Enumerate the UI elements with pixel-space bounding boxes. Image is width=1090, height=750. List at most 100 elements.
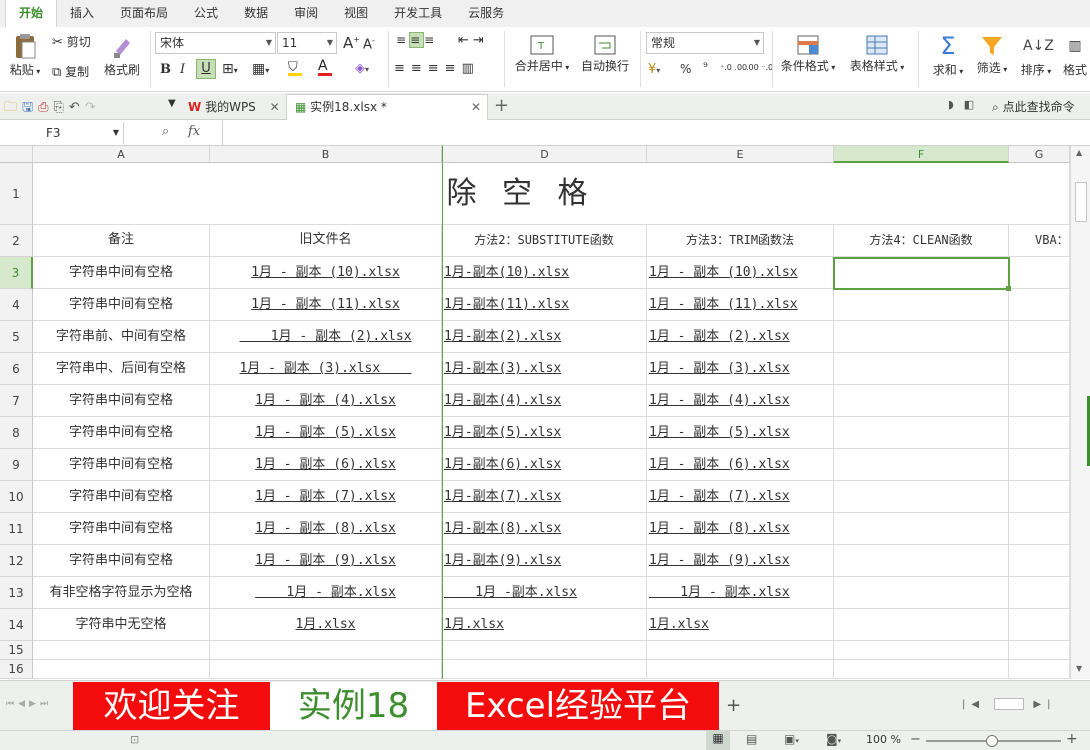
wrap-text-button[interactable]: 自动换行 xyxy=(580,33,630,74)
active-cell-selection[interactable] xyxy=(833,257,1010,290)
table-style-button[interactable]: 表格样式 ▾ xyxy=(846,33,908,74)
cell-vba[interactable] xyxy=(1009,609,1070,641)
column-header-d[interactable]: D xyxy=(442,146,647,163)
cell-method3[interactable]: 1月 - 副本.xlsx xyxy=(647,577,834,609)
cell-vba[interactable] xyxy=(1009,417,1070,449)
cell-method4[interactable] xyxy=(834,385,1009,417)
spreadsheet-grid[interactable]: A B D E F G 1 除 空 格 2 备注 旧文件名 方法2：SUBSTI… xyxy=(0,146,1070,679)
normal-view-icon[interactable]: ▦ xyxy=(706,731,730,750)
zoom-formula-icon[interactable]: ⌕ xyxy=(162,124,169,139)
increase-decimal-button[interactable]: ⁺.0 .00 xyxy=(720,63,747,72)
font-name-select[interactable]: 宋体 ▼ xyxy=(155,32,276,54)
cell-note[interactable]: 字符串中间有空格 xyxy=(33,289,210,321)
new-tab-icon[interactable]: + xyxy=(494,95,509,116)
cell-method4[interactable] xyxy=(834,289,1009,321)
header-old-filename[interactable]: 旧文件名 xyxy=(210,225,442,257)
cell-method2[interactable]: 1月 -副本.xlsx xyxy=(442,577,647,609)
tab-page-layout[interactable]: 页面布局 xyxy=(107,0,181,27)
cell-note[interactable]: 字符串中间有空格 xyxy=(33,385,210,417)
page-break-view-icon[interactable]: ▤ xyxy=(746,732,757,746)
empty-cell[interactable] xyxy=(1009,660,1070,679)
cell-vba[interactable] xyxy=(1009,289,1070,321)
cell-note[interactable]: 字符串中间有空格 xyxy=(33,481,210,513)
fill-handle[interactable] xyxy=(1006,286,1011,291)
zoom-in-button[interactable]: + xyxy=(1066,731,1078,747)
cell-method2[interactable]: 1月-副本(8).xlsx xyxy=(442,513,647,545)
cell-method3[interactable]: 1月.xlsx xyxy=(647,609,834,641)
cell-method3[interactable]: 1月 - 副本 (5).xlsx xyxy=(647,417,834,449)
cell-vba[interactable] xyxy=(1009,577,1070,609)
cell-old-filename[interactable]: 1月 - 副本 (10).xlsx xyxy=(210,257,442,289)
quick-access-icons[interactable]: 🗀🖫⎙⎘↶↷ xyxy=(4,98,101,120)
row-header[interactable]: 8 xyxy=(0,417,33,449)
cell-method2[interactable]: 1月-副本(3).xlsx xyxy=(442,353,647,385)
row-header[interactable]: 11 xyxy=(0,513,33,545)
cell-vba[interactable] xyxy=(1009,513,1070,545)
row-header[interactable]: 3 xyxy=(0,257,33,289)
percent-button[interactable]: % xyxy=(680,62,691,76)
row-header[interactable]: 13 xyxy=(0,577,33,609)
cell-method3[interactable]: 1月 - 副本 (4).xlsx xyxy=(647,385,834,417)
sheet-tab-welcome[interactable]: 欢迎关注 xyxy=(73,682,270,730)
cell-vba[interactable] xyxy=(1009,257,1070,289)
horizontal-scroll-controls[interactable]: |◀ ▶| xyxy=(962,698,1057,710)
header-method2[interactable]: 方法2：SUBSTITUTE函数 xyxy=(442,225,647,257)
copy-button[interactable]: ⧉ 复制 xyxy=(52,63,89,80)
zoom-level[interactable]: 100 % xyxy=(866,733,901,746)
cell-method2[interactable]: 1月-副本(2).xlsx xyxy=(442,321,647,353)
cell-method4[interactable] xyxy=(834,513,1009,545)
column-header-f[interactable]: F xyxy=(834,146,1009,163)
scroll-up-icon[interactable]: ▲ xyxy=(1076,148,1082,157)
format-painter-button[interactable]: 格式刷 xyxy=(100,33,144,78)
cell-style-icon[interactable]: ▦▾ xyxy=(252,61,269,77)
cell-vba[interactable] xyxy=(1009,449,1070,481)
column-header-a[interactable]: A xyxy=(33,146,210,163)
cell-vba[interactable] xyxy=(1009,353,1070,385)
cell-old-filename[interactable]: 1月 - 副本 (5).xlsx xyxy=(210,417,442,449)
header-method4[interactable]: 方法4：CLEAN函数 xyxy=(834,225,1009,257)
empty-cell[interactable] xyxy=(647,641,834,660)
cell-old-filename[interactable]: 1月 - 副本 (6).xlsx xyxy=(210,449,442,481)
cell-method2[interactable]: 1月-副本(9).xlsx xyxy=(442,545,647,577)
tab-data[interactable]: 数据 xyxy=(231,0,281,27)
sheet-nav-icons[interactable]: ⏮◀▶⏭ xyxy=(6,699,52,709)
cell-method4[interactable] xyxy=(834,481,1009,513)
horizontal-align-icons[interactable]: ≡≡≡≡▥ xyxy=(394,61,480,76)
cell-old-filename[interactable]: 1月 - 副本.xlsx xyxy=(210,577,442,609)
cell-method2[interactable]: 1月.xlsx xyxy=(442,609,647,641)
zoom-slider-thumb[interactable] xyxy=(986,735,998,747)
cell-method2[interactable]: 1月-副本(5).xlsx xyxy=(442,417,647,449)
cell-note[interactable]: 字符串中、后间有空格 xyxy=(33,353,210,385)
tab-home[interactable]: 开始 xyxy=(5,0,58,27)
row-header[interactable]: 7 xyxy=(0,385,33,417)
empty-cell[interactable] xyxy=(442,660,647,679)
command-search[interactable]: ⌕ 点此查找命令 xyxy=(992,98,1075,115)
cell-method4[interactable] xyxy=(834,417,1009,449)
underline-button[interactable]: U xyxy=(196,59,216,79)
tab-review[interactable]: 审阅 xyxy=(281,0,331,27)
empty-cell[interactable] xyxy=(33,660,210,679)
cell-method2[interactable]: 1月-副本(7).xlsx xyxy=(442,481,647,513)
cell-method3[interactable]: 1月 - 副本 (10).xlsx xyxy=(647,257,834,289)
header-note[interactable]: 备注 xyxy=(33,225,210,257)
cell-old-filename[interactable]: 1月.xlsx xyxy=(210,609,442,641)
close-icon[interactable]: ✕ xyxy=(471,95,481,119)
row-header[interactable]: 6 xyxy=(0,353,33,385)
conditional-format-button[interactable]: 条件格式 ▾ xyxy=(778,33,838,74)
cell-method2[interactable]: 1月-副本(6).xlsx xyxy=(442,449,647,481)
column-header-e[interactable]: E xyxy=(647,146,834,163)
cell-note[interactable]: 字符串中间有空格 xyxy=(33,417,210,449)
cell-note[interactable]: 字符串中无空格 xyxy=(33,609,210,641)
row-header[interactable]: 4 xyxy=(0,289,33,321)
cell-method4[interactable] xyxy=(834,609,1009,641)
empty-cell[interactable] xyxy=(210,660,442,679)
fill-color-icon[interactable]: ⛉ xyxy=(288,60,302,76)
empty-cell[interactable] xyxy=(1009,641,1070,660)
name-box[interactable]: F3 ▼ xyxy=(0,122,124,144)
decrease-decimal-button[interactable]: .00 ⁻.0 xyxy=(746,63,773,72)
increase-font-icon[interactable]: A+ xyxy=(343,34,360,52)
cell-old-filename[interactable]: 1月 - 副本 (9).xlsx xyxy=(210,545,442,577)
indent-icons[interactable]: ⇤⇥ xyxy=(458,33,488,48)
cell-old-filename[interactable]: 1月 - 副本 (8).xlsx xyxy=(210,513,442,545)
cell-method3[interactable]: 1月 - 副本 (9).xlsx xyxy=(647,545,834,577)
